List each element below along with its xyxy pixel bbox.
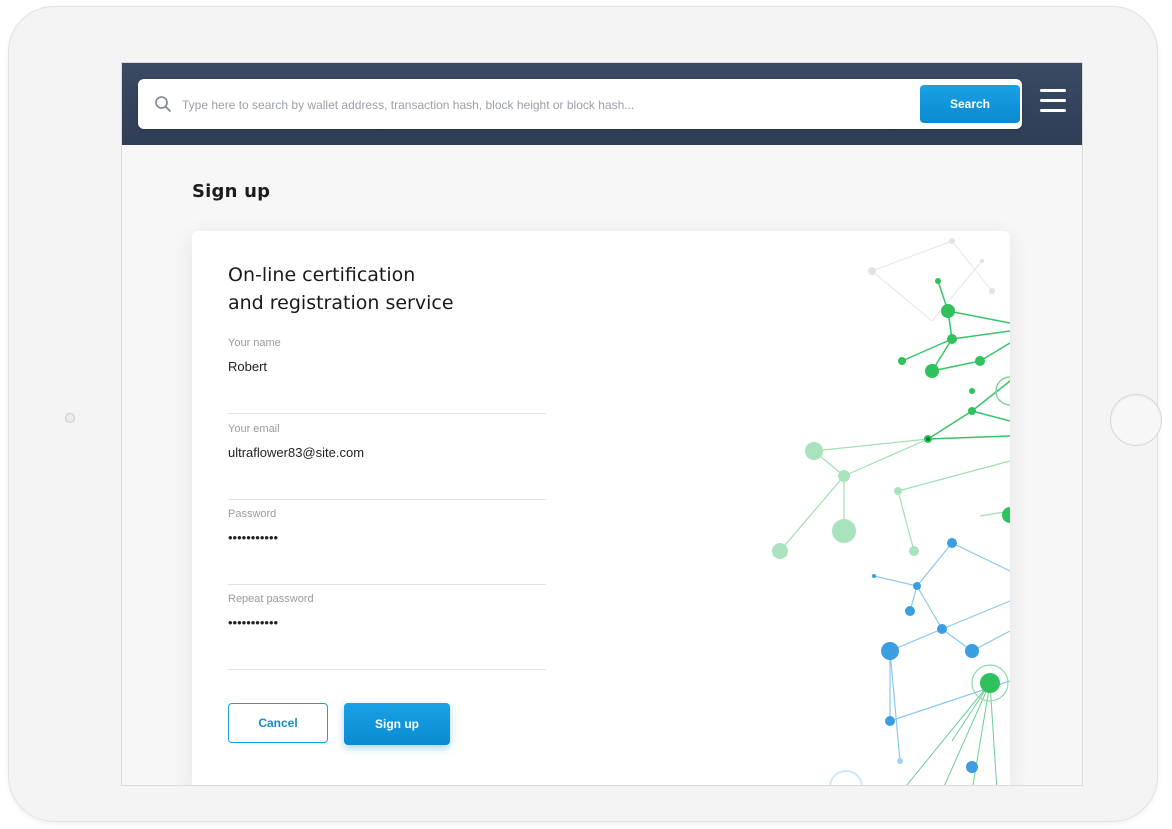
search-bar: Search bbox=[138, 79, 1022, 129]
page-title: Sign up bbox=[192, 181, 271, 202]
card-title-line1: On-line certification bbox=[228, 264, 416, 286]
email-value[interactable]: ultraflower83@site.com bbox=[228, 445, 364, 460]
password-label: Password bbox=[228, 508, 277, 520]
search-input[interactable] bbox=[180, 89, 914, 121]
name-value[interactable]: Robert bbox=[228, 359, 267, 374]
email-field[interactable]: Your email ultraflower83@site.com bbox=[228, 423, 546, 500]
tablet-frame: Search Sign up On-line certification and… bbox=[8, 6, 1162, 822]
name-field[interactable]: Your name Robert bbox=[228, 337, 546, 414]
repeat-password-label: Repeat password bbox=[228, 593, 314, 605]
sign-up-button[interactable]: Sign up bbox=[344, 703, 450, 745]
home-button[interactable] bbox=[1110, 394, 1162, 446]
card-title-line2: and registration service bbox=[228, 292, 454, 314]
top-bar: Search bbox=[122, 63, 1082, 145]
network-graph-illustration bbox=[772, 238, 1010, 785]
hamburger-menu-icon[interactable] bbox=[1040, 89, 1066, 117]
card-title: On-line certification and registration s… bbox=[228, 261, 528, 317]
cancel-button[interactable]: Cancel bbox=[228, 703, 328, 743]
password-field[interactable]: Password ••••••••••• bbox=[228, 508, 546, 585]
email-label: Your email bbox=[228, 423, 280, 435]
password-value[interactable]: ••••••••••• bbox=[228, 530, 278, 545]
search-icon bbox=[155, 96, 171, 112]
screen: Search Sign up On-line certification and… bbox=[121, 62, 1083, 786]
repeat-password-value[interactable]: ••••••••••• bbox=[228, 615, 278, 630]
repeat-password-field[interactable]: Repeat password ••••••••••• bbox=[228, 593, 546, 670]
name-label: Your name bbox=[228, 337, 281, 349]
search-button[interactable]: Search bbox=[920, 85, 1020, 123]
signup-card: On-line certification and registration s… bbox=[192, 231, 1010, 785]
camera-dot bbox=[65, 413, 75, 423]
